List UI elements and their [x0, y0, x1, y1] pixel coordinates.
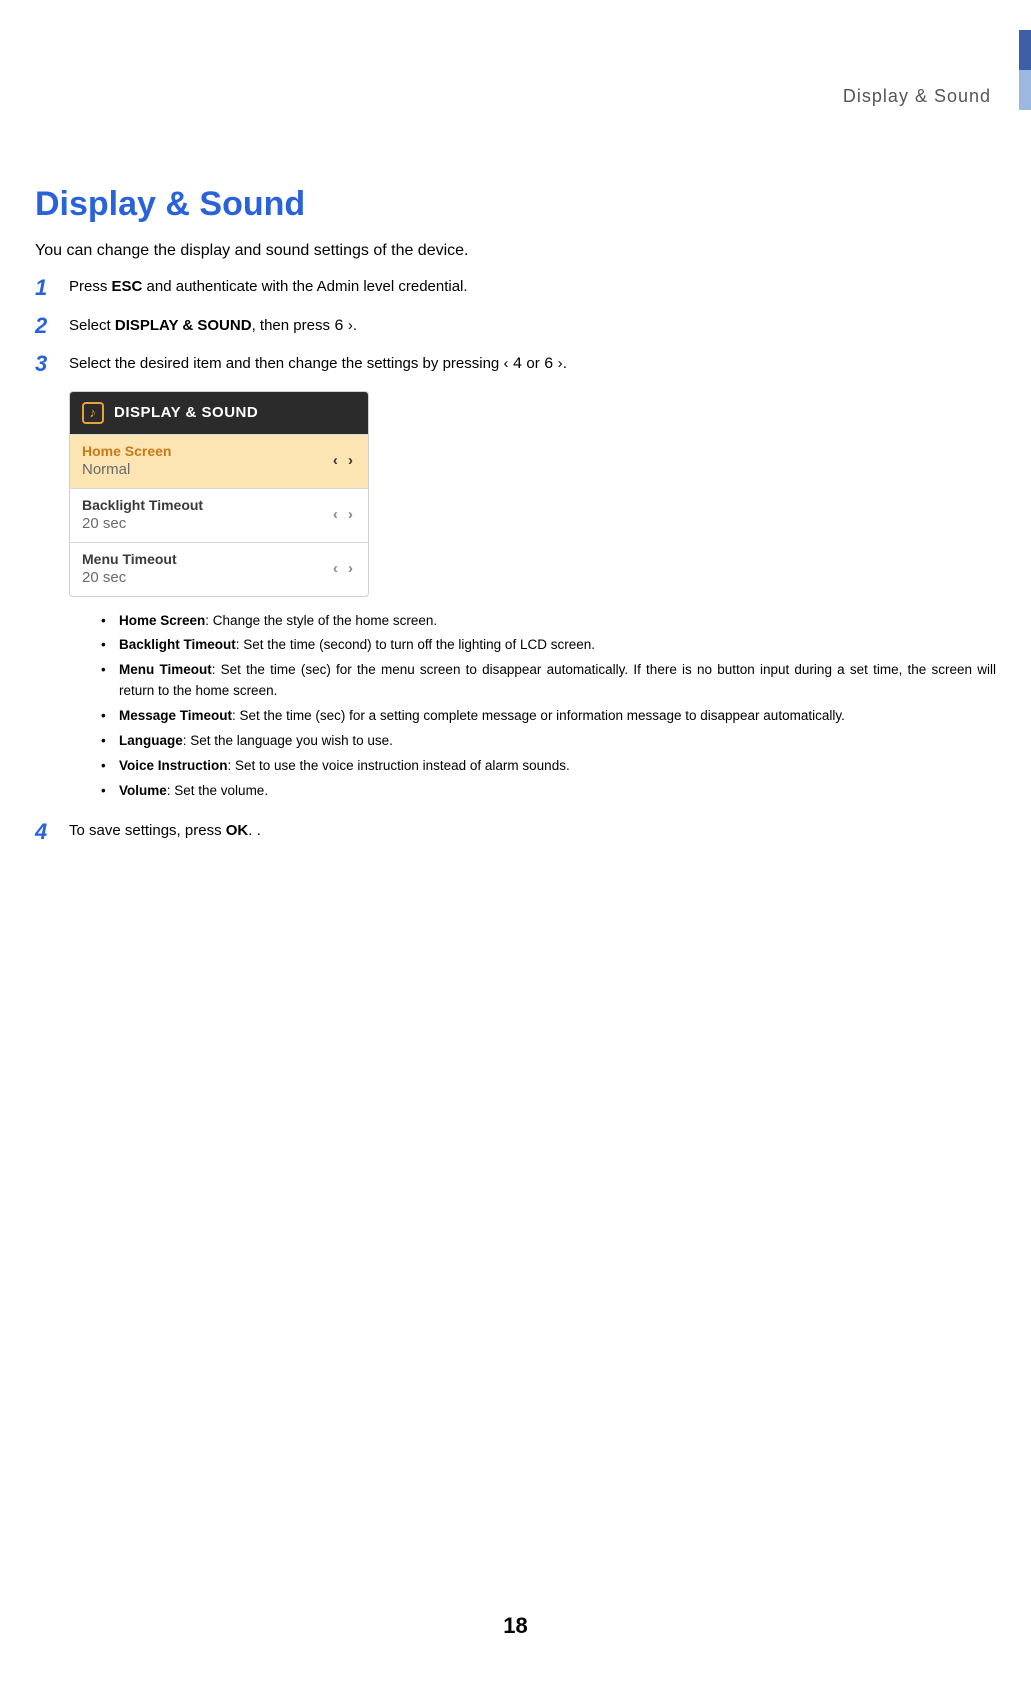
- bullet-text: Voice Instruction: Set to use the voice …: [119, 756, 996, 777]
- step-2-text: Select DISPLAY & SOUND, then press 6 ›.: [69, 314, 996, 338]
- intro-text: You can change the display and sound set…: [35, 242, 996, 260]
- bullet-dot: •: [99, 660, 119, 681]
- step-2-number: 2: [35, 314, 69, 338]
- screenshot-row-value: Normal: [82, 461, 171, 478]
- bullet-text: Backlight Timeout: Set the time (second)…: [119, 635, 996, 656]
- step-3-mid: or: [522, 355, 544, 372]
- screenshot-row-labels: Backlight Timeout 20 sec: [82, 497, 203, 532]
- step-2-bold: DISPLAY & SOUND: [115, 317, 252, 334]
- bullet-backlight-timeout: • Backlight Timeout: Set the time (secon…: [99, 635, 996, 656]
- bullet-dot: •: [99, 731, 119, 752]
- bullet-term: Volume: [119, 783, 167, 798]
- content-area: Display & Sound You can change the displ…: [35, 185, 996, 858]
- screenshot-arrows: ‹ ›: [333, 452, 356, 469]
- bullet-desc: : Set the time (sec) for a setting compl…: [232, 708, 845, 723]
- bullet-dot: •: [99, 706, 119, 727]
- bullet-text: Volume: Set the volume.: [119, 781, 996, 802]
- screenshot-row-value: 20 sec: [82, 515, 203, 532]
- bullet-list: • Home Screen: Change the style of the h…: [99, 611, 996, 802]
- bullet-dot: •: [99, 756, 119, 777]
- step-1-post: and authenticate with the Admin level cr…: [142, 278, 467, 295]
- bullet-voice-instruction: • Voice Instruction: Set to use the voic…: [99, 756, 996, 777]
- step-3-key2: 6: [544, 355, 554, 373]
- step-1-bold: ESC: [112, 278, 143, 295]
- device-screenshot: ♪ DISPLAY & SOUND Home Screen Normal ‹ ›…: [69, 391, 369, 597]
- display-sound-icon: ♪: [82, 402, 104, 424]
- step-2-post2: .: [353, 317, 357, 334]
- screenshot-arrows: ‹ ›: [333, 506, 356, 523]
- bullet-desc: : Set the language you wish to use.: [183, 733, 393, 748]
- step-4-number: 4: [35, 820, 69, 844]
- step-1-pre: Press: [69, 278, 112, 295]
- step-3-key1: 4: [513, 355, 523, 373]
- screenshot-header: ♪ DISPLAY & SOUND: [70, 392, 368, 434]
- screenshot-row-labels: Home Screen Normal: [82, 443, 171, 478]
- screenshot-row-backlight: Backlight Timeout 20 sec ‹ ›: [70, 488, 368, 542]
- bullet-term: Voice Instruction: [119, 758, 228, 773]
- screenshot-row-label: Home Screen: [82, 443, 171, 459]
- bullet-text: Language: Set the language you wish to u…: [119, 731, 996, 752]
- step-4-post: . .: [248, 822, 261, 839]
- step-3: 3 Select the desired item and then chang…: [35, 352, 996, 376]
- bullet-term: Menu Timeout: [119, 662, 212, 677]
- bullet-desc: : Set the time (second) to turn off the …: [236, 637, 595, 652]
- step-2-key1: 6: [334, 317, 344, 335]
- bullet-term: Language: [119, 733, 183, 748]
- screenshot-row-value: 20 sec: [82, 569, 177, 586]
- screenshot-arrows: ‹ ›: [333, 560, 356, 577]
- page-title: Display & Sound: [35, 185, 996, 224]
- screenshot-row-label: Menu Timeout: [82, 551, 177, 567]
- page-number: 18: [0, 1613, 1031, 1639]
- bullet-volume: • Volume: Set the volume.: [99, 781, 996, 802]
- screenshot-row-menu-timeout: Menu Timeout 20 sec ‹ ›: [70, 542, 368, 596]
- step-3-text: Select the desired item and then change …: [69, 352, 996, 376]
- bullet-menu-timeout: • Menu Timeout: Set the time (sec) for t…: [99, 660, 996, 702]
- step-4-pre: To save settings, press: [69, 822, 226, 839]
- step-4-text: To save settings, press OK. .: [69, 820, 996, 843]
- bullet-dot: •: [99, 611, 119, 632]
- bullet-desc: : Change the style of the home screen.: [205, 613, 437, 628]
- bullet-text: Menu Timeout: Set the time (sec) for the…: [119, 660, 996, 702]
- step-4: 4 To save settings, press OK. .: [35, 820, 996, 844]
- step-1: 1 Press ESC and authenticate with the Ad…: [35, 276, 996, 300]
- screenshot-row-home-screen: Home Screen Normal ‹ ›: [70, 434, 368, 488]
- step-1-number: 1: [35, 276, 69, 300]
- step-1-text: Press ESC and authenticate with the Admi…: [69, 276, 996, 299]
- step-3-pre: Select the desired item and then change …: [69, 355, 503, 372]
- bullet-term: Home Screen: [119, 613, 205, 628]
- bullet-term: Backlight Timeout: [119, 637, 236, 652]
- screenshot-row-label: Backlight Timeout: [82, 497, 203, 513]
- bullet-desc: : Set to use the voice instruction inste…: [228, 758, 570, 773]
- step-3-post: .: [563, 355, 567, 372]
- screenshot-row-labels: Menu Timeout 20 sec: [82, 551, 177, 586]
- bullet-dot: •: [99, 781, 119, 802]
- bullet-home-screen: • Home Screen: Change the style of the h…: [99, 611, 996, 632]
- step-3-number: 3: [35, 352, 69, 376]
- bullet-term: Message Timeout: [119, 708, 232, 723]
- step-2: 2 Select DISPLAY & SOUND, then press 6 ›…: [35, 314, 996, 338]
- bullet-message-timeout: • Message Timeout: Set the time (sec) fo…: [99, 706, 996, 727]
- step-2-post1: , then press: [252, 317, 335, 334]
- bullet-dot: •: [99, 635, 119, 656]
- screenshot-header-title: DISPLAY & SOUND: [114, 404, 258, 421]
- bullet-desc: : Set the time (sec) for the menu screen…: [119, 662, 996, 698]
- step-4-bold: OK: [226, 822, 249, 839]
- bullet-desc: : Set the volume.: [167, 783, 268, 798]
- header-section-label: Display & Sound: [843, 86, 991, 107]
- step-2-pre: Select: [69, 317, 115, 334]
- bullet-text: Message Timeout: Set the time (sec) for …: [119, 706, 996, 727]
- page-tab-highlight: [1019, 30, 1031, 70]
- bullet-language: • Language: Set the language you wish to…: [99, 731, 996, 752]
- bullet-text: Home Screen: Change the style of the hom…: [119, 611, 996, 632]
